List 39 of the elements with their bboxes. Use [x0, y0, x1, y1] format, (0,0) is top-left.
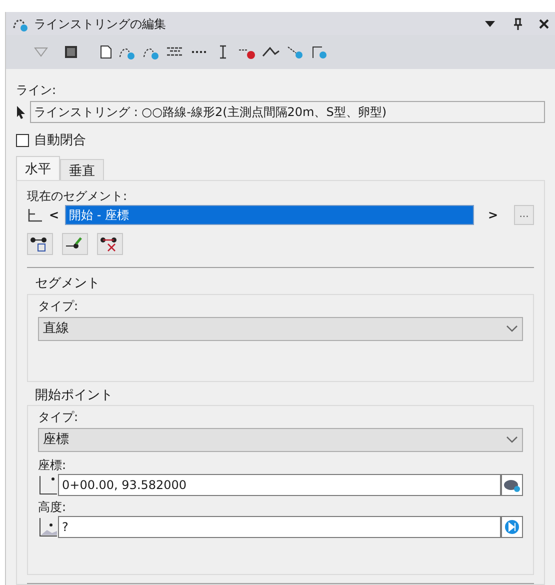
- close-icon[interactable]: [539, 18, 549, 29]
- segment-group-title: セグメント: [35, 275, 101, 293]
- nodes-add-icon[interactable]: [286, 44, 304, 60]
- next-button[interactable]: >: [486, 206, 500, 224]
- auto-close-checkbox[interactable]: 自動閉合: [16, 130, 86, 150]
- start-point-group-title: 開始ポイント: [35, 386, 114, 404]
- previous-button[interactable]: <: [47, 206, 62, 224]
- terrain-point-icon: [38, 516, 58, 538]
- cursor-arrow-icon: [16, 104, 26, 118]
- tab[interactable]: 水平: [16, 156, 60, 180]
- node-insert-icon[interactable]: [27, 233, 53, 255]
- segment-field[interactable]: 開始 - 座標: [65, 205, 474, 225]
- chevron-down-icon: [506, 436, 518, 444]
- tab[interactable]: 垂直: [60, 159, 104, 180]
- type-label: タイプ:: [38, 409, 80, 426]
- pin-icon[interactable]: [513, 18, 523, 30]
- elevation-label: 高度:: [38, 499, 68, 516]
- dropdown-arrow-icon[interactable]: [485, 20, 495, 27]
- line-field[interactable]: ラインストリング : ○○路線-線形2(主測点間隔20m、S型、卵型): [30, 100, 545, 122]
- angle-add-icon[interactable]: [310, 44, 328, 60]
- coordinate-label: 座標:: [38, 457, 68, 474]
- page-icon[interactable]: [100, 44, 112, 59]
- window-title: ラインストリングの編集: [34, 16, 167, 33]
- window-icon[interactable]: [64, 44, 78, 59]
- node-delete-icon[interactable]: [97, 233, 123, 255]
- bracket-icon: [27, 208, 43, 222]
- type-dropdown[interactable]: 直線: [38, 316, 523, 340]
- current-segment-label: 現在のセグメント:: [27, 188, 128, 205]
- line-label: ライン:: [16, 82, 58, 98]
- play-next-icon[interactable]: [501, 516, 523, 538]
- type-dropdown[interactable]: 座標: [38, 428, 523, 452]
- type-label: タイプ:: [38, 298, 80, 314]
- cloud-pick-icon[interactable]: [501, 474, 523, 496]
- node-edit-icon[interactable]: [62, 233, 88, 255]
- corner-point-icon: [38, 474, 58, 496]
- more-button[interactable]: ...: [514, 205, 534, 225]
- coordinate-field[interactable]: 0+00.00, 93.582000: [58, 474, 501, 496]
- chevron-down-icon: [506, 324, 518, 332]
- elevation-field[interactable]: ?: [58, 516, 501, 538]
